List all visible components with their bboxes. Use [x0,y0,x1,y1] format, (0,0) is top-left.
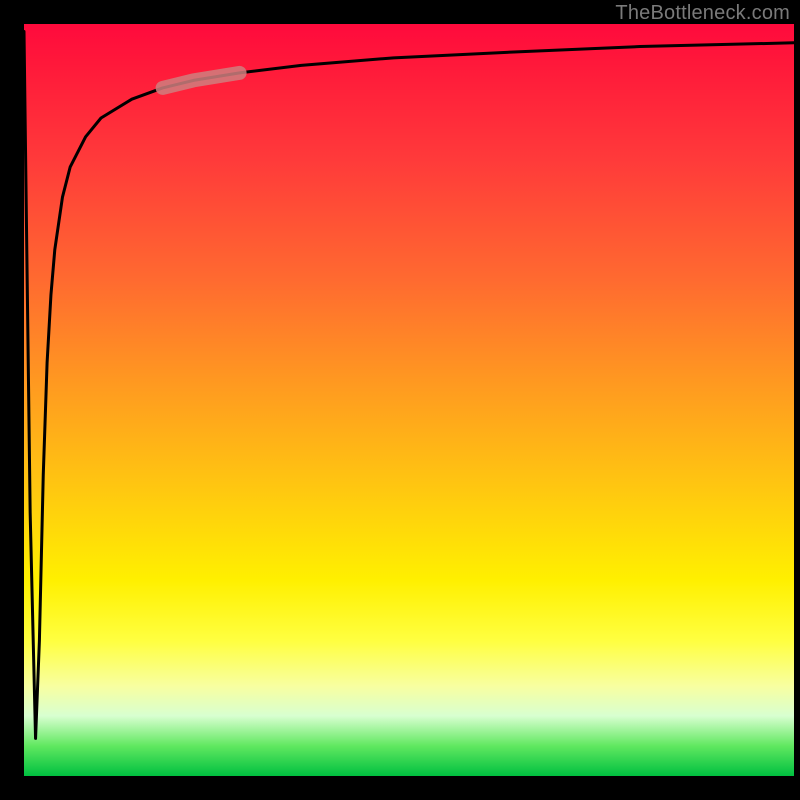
plot-area [24,24,794,776]
bottleneck-gradient-background [24,24,794,776]
watermark-text: TheBottleneck.com [615,2,790,25]
chart-frame: TheBottleneck.com [0,0,800,800]
